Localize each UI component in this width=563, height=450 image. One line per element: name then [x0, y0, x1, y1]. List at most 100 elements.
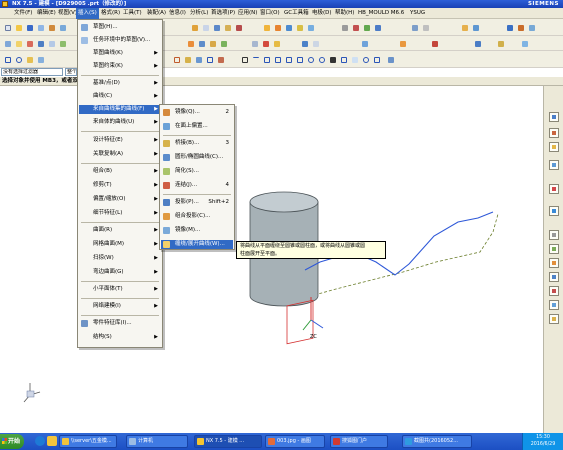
save-icon[interactable] [25, 23, 34, 32]
menu-hb-mould[interactable]: HB_MOULD M6.6 [356, 8, 406, 19]
submenu-item-circular-elliptic[interactable]: 圆形/椭圆曲线(C)... [161, 153, 233, 162]
quadrant-snap-icon[interactable] [317, 55, 326, 64]
midpoint-snap-icon[interactable] [273, 55, 282, 64]
shell-icon[interactable] [234, 23, 243, 32]
menu-item-associative-copy[interactable]: 关联复制(A) ▶ [79, 150, 161, 159]
menu-format[interactable]: 格式(R) [99, 8, 122, 19]
menu-item-facet-body[interactable]: 小平面体(T) ▶ [79, 285, 161, 294]
polygon-icon[interactable] [25, 55, 34, 64]
menu-item-structure[interactable]: 结构(S) ▶ [79, 333, 161, 342]
menu-item-datum-point[interactable]: 基准/点(D) ▶ [79, 79, 161, 88]
pattern-icon[interactable] [311, 39, 320, 48]
system-scene-icon[interactable] [549, 300, 559, 310]
menu-tools[interactable]: 工具(T) [121, 8, 144, 19]
cylinder-icon[interactable] [197, 39, 206, 48]
unite-icon[interactable] [250, 39, 259, 48]
constraint-navigator-icon[interactable] [549, 128, 559, 138]
view-front-icon[interactable] [340, 23, 349, 32]
fillet-curve-icon[interactable] [194, 55, 203, 64]
taskbar-item-sohu-portal[interactable]: 搜狐图门户 [330, 435, 388, 448]
menu-item-sketch-in-task[interactable]: 任务环境中的草图(V)... [79, 36, 161, 45]
menu-application[interactable]: 应用(N) [236, 8, 259, 19]
menu-item-curve-from-curves[interactable]: 来自曲线集的曲线(F) ▶ [79, 105, 161, 114]
layer-icon[interactable] [460, 23, 469, 32]
palette-icon[interactable] [549, 314, 559, 324]
subtract-icon[interactable] [261, 39, 270, 48]
menu-item-curve[interactable]: 曲线(C) ▶ [79, 92, 161, 101]
menu-window[interactable]: 窗口(O) [258, 8, 282, 19]
line-snap-icon[interactable] [251, 55, 260, 64]
submenu-item-bridge[interactable]: 桥接(B)... 3 [161, 139, 233, 148]
offset-face-icon[interactable] [295, 23, 304, 32]
start-button[interactable]: 开始 [0, 434, 24, 449]
menu-preferences[interactable]: 首选项(P) [209, 8, 237, 19]
submenu-item-combined-projection[interactable]: 组合投影(C)... [161, 212, 233, 221]
menu-item-mesh-surface[interactable]: 网格曲面(M) ▶ [79, 240, 161, 249]
menu-analysis[interactable]: 分析(L) [188, 8, 210, 19]
electrode-tool-icon[interactable] [516, 23, 525, 32]
menu-assembly[interactable]: 装配(A) [145, 8, 168, 19]
menu-item-network-modeling[interactable]: 网络建模(I) ▶ [79, 302, 161, 311]
submenu-item-join[interactable]: 连结(J)... 4 [161, 181, 233, 190]
menu-item-design-feature[interactable]: 设计特征(E) ▶ [79, 136, 161, 145]
menu-item-flange-surface[interactable]: 弯边曲面(G) ▶ [79, 268, 161, 277]
intersection-snap-icon[interactable] [295, 55, 304, 64]
assembly-navigator-icon[interactable] [549, 112, 559, 122]
taskbar-item-screenshot[interactable]: 截图共(2016052... [402, 435, 472, 448]
endpoint-snap-icon[interactable] [262, 55, 271, 64]
manufacturing-wizards-icon[interactable] [549, 272, 559, 282]
intersect-icon[interactable] [272, 39, 281, 48]
snap-point-icon[interactable] [240, 55, 249, 64]
draft-icon[interactable] [300, 39, 309, 48]
arc-center-snap-icon[interactable] [361, 55, 370, 64]
selection-filter-dropdown[interactable]: 没有选择过滤器 [1, 68, 63, 76]
submenu-item-project[interactable]: 投影(P)... Shift+2 [161, 198, 233, 207]
menu-item-sketch-curve[interactable]: 草图曲线(K) ▶ [79, 49, 161, 58]
point-on-curve-snap-icon[interactable] [339, 55, 348, 64]
submenu-item-simplify[interactable]: 简化(S)... [161, 167, 233, 176]
taskbar-item-nx-modeling[interactable]: NX 7.5 - 建模 ... [194, 435, 262, 448]
datum-csys-icon[interactable] [25, 39, 34, 48]
menu-item-sketch[interactable]: 草图(H)... [79, 23, 161, 32]
menu-ysug[interactable]: YSUG [408, 8, 427, 19]
menu-item-offset-scale[interactable]: 偏置/缩放(O) ▶ [79, 195, 161, 204]
chamfer-icon[interactable] [201, 23, 210, 32]
delete-face-icon[interactable] [430, 39, 439, 48]
roles-icon[interactable] [549, 286, 559, 296]
spline-icon[interactable] [36, 55, 45, 64]
revolve-icon[interactable] [58, 23, 67, 32]
cone-icon[interactable] [208, 39, 217, 48]
datum-axis-icon[interactable] [14, 39, 23, 48]
trim-curve-icon[interactable] [183, 55, 192, 64]
extend-curve-icon[interactable] [205, 55, 214, 64]
offset-curve-icon[interactable] [172, 55, 181, 64]
selection-scope-dropdown[interactable]: 整个装配 [65, 68, 77, 76]
point-icon[interactable] [36, 39, 45, 48]
datum-plane-icon[interactable] [3, 39, 12, 48]
point-on-face-snap-icon[interactable] [350, 55, 359, 64]
view-right-icon[interactable] [362, 23, 371, 32]
menu-file[interactable]: 文件(F) [12, 8, 34, 19]
taskbar-item-paint[interactable]: 003.jpg - 画图 [265, 435, 325, 448]
menu-item-combine[interactable]: 组合(B) ▶ [79, 167, 161, 176]
hole-icon[interactable] [212, 23, 221, 32]
part-navigator-icon[interactable] [549, 142, 559, 152]
hd3d-tools-icon[interactable] [549, 184, 559, 194]
history-icon[interactable] [549, 230, 559, 240]
web-browser-icon[interactable] [549, 206, 559, 216]
surface-icon[interactable] [262, 23, 271, 32]
circle-icon[interactable] [14, 55, 23, 64]
view-iso-icon[interactable] [373, 23, 382, 32]
replace-face-icon[interactable] [398, 39, 407, 48]
thicken-icon[interactable] [284, 23, 293, 32]
menu-item-sketch-constraint[interactable]: 草图约束(K) ▶ [79, 62, 161, 71]
bounded-grid-snap-icon[interactable] [372, 55, 381, 64]
sew-icon[interactable] [273, 23, 282, 32]
boss-icon[interactable] [223, 23, 232, 32]
control-point-snap-icon[interactable] [284, 55, 293, 64]
system-materials-icon[interactable] [549, 244, 559, 254]
trim-body-icon[interactable] [306, 23, 315, 32]
line-icon[interactable] [47, 39, 56, 48]
mirror-feature-icon[interactable] [360, 39, 369, 48]
menu-item-part-feature-library[interactable]: 零件特征库(I)... [79, 319, 161, 328]
